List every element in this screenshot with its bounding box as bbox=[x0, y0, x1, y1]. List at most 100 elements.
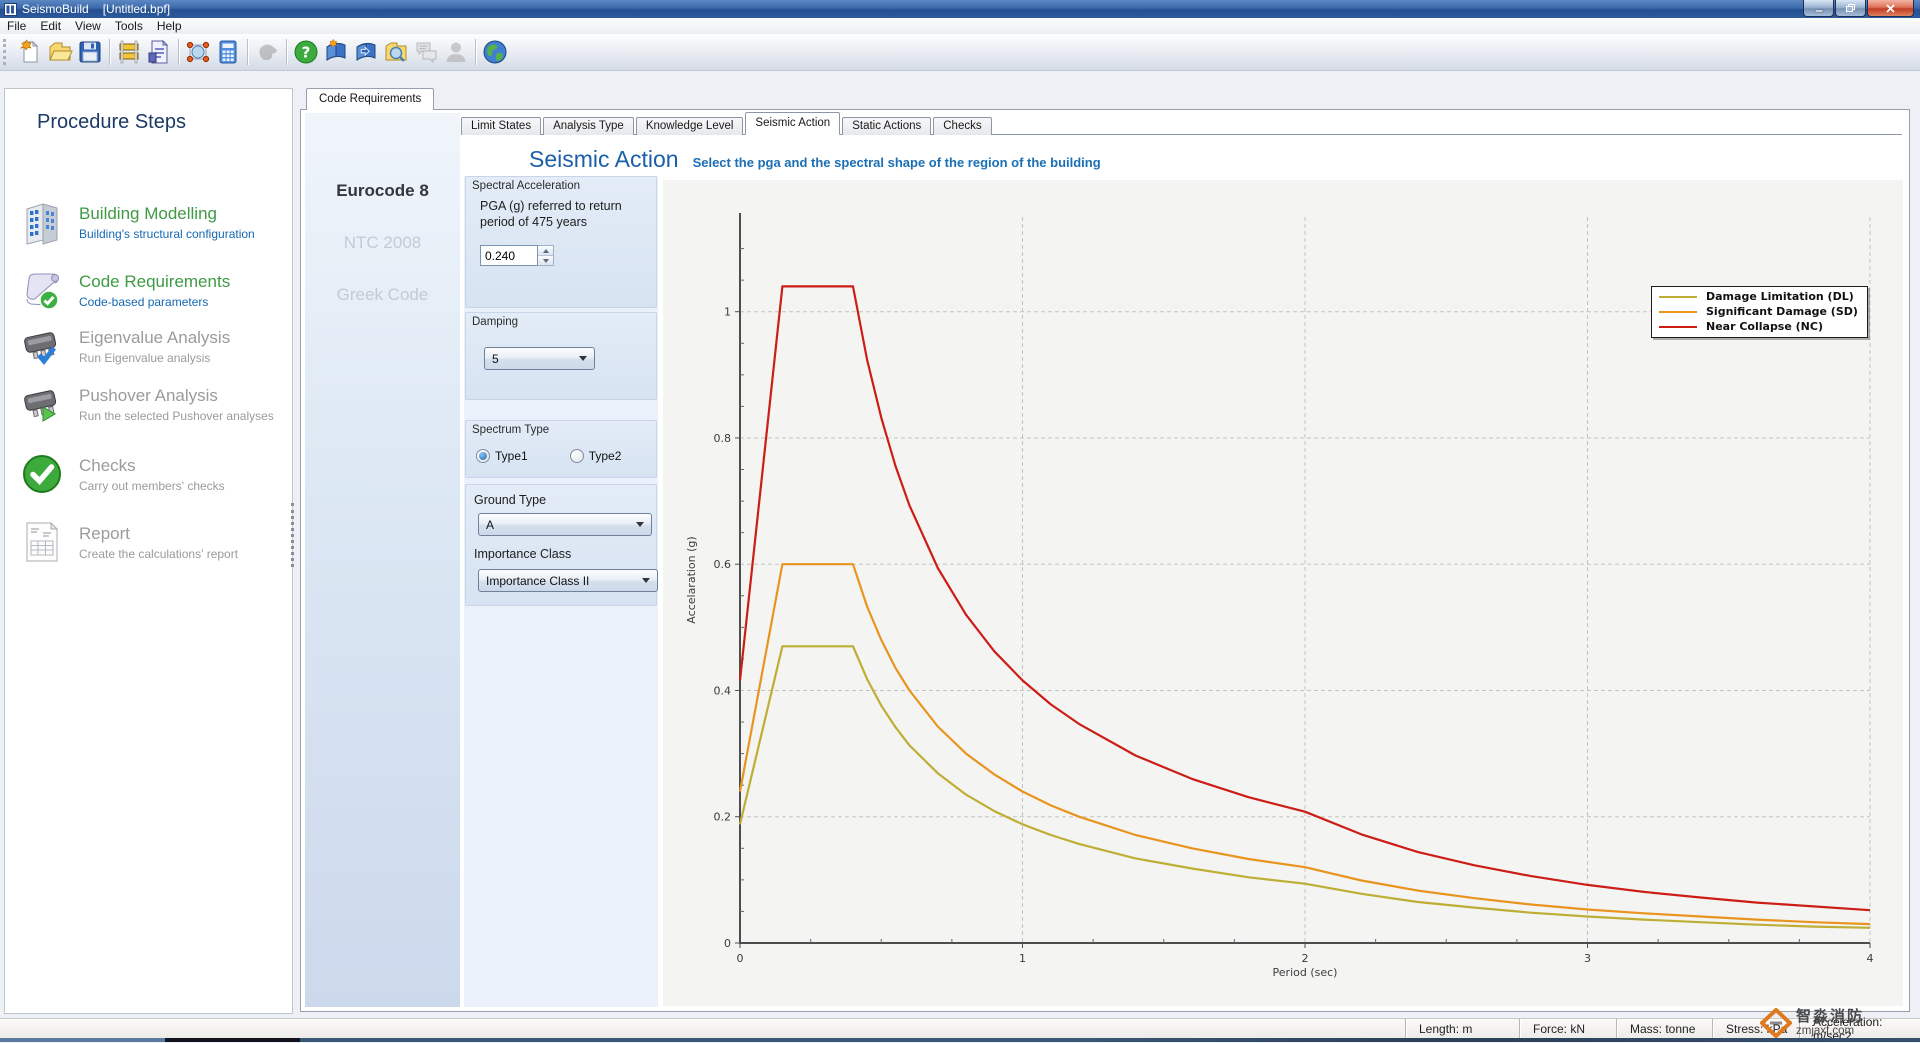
sidebar-item-pushover-analysis[interactable]: Pushover AnalysisRun the selected Pushov… bbox=[19, 381, 274, 427]
close-button[interactable] bbox=[1867, 0, 1914, 17]
watermark-line2: zmjaxf.com bbox=[1796, 1025, 1864, 1037]
tab-control: Code Requirements Eurocode 8 NTC 2008 Gr… bbox=[300, 88, 1910, 1012]
svg-text:2: 2 bbox=[1302, 952, 1309, 965]
help-icon[interactable]: ? bbox=[291, 37, 321, 67]
calculator-icon[interactable] bbox=[213, 37, 243, 67]
step-subtitle: Run the selected Pushover analyses bbox=[79, 409, 274, 423]
new-document-icon[interactable] bbox=[15, 37, 45, 67]
report-document-icon[interactable] bbox=[144, 37, 174, 67]
sidebar-item-code-requirements[interactable]: Code Requirements Code-based parameters bbox=[19, 267, 230, 313]
step-subtitle: Carry out members' checks bbox=[79, 479, 225, 493]
legend-swatch bbox=[1659, 326, 1697, 328]
frame-view-icon[interactable] bbox=[114, 37, 144, 67]
step-title: Code Requirements bbox=[79, 272, 230, 292]
svg-text:0.8: 0.8 bbox=[714, 432, 732, 445]
controls-column: Spectral Acceleration PGA (g) referred t… bbox=[464, 176, 658, 1007]
svg-text:Period (sec): Period (sec) bbox=[1273, 966, 1338, 979]
radio-icon bbox=[570, 449, 584, 463]
menu-tools[interactable]: Tools bbox=[108, 19, 150, 33]
toolbar-grip[interactable] bbox=[3, 39, 10, 65]
window-document: [Untitled.bpf] bbox=[103, 2, 170, 16]
window-title: SeismoBuild bbox=[22, 2, 89, 16]
code-option-ntc2008[interactable]: NTC 2008 bbox=[305, 233, 460, 253]
code-option-eurocode8[interactable]: Eurocode 8 bbox=[305, 181, 460, 201]
step-title: Report bbox=[79, 524, 238, 544]
folder-search-icon[interactable] bbox=[381, 37, 411, 67]
spin-up-icon[interactable] bbox=[543, 249, 549, 253]
minimize-button[interactable] bbox=[1803, 0, 1834, 17]
menu-bar: File Edit View Tools Help bbox=[0, 18, 1920, 35]
pga-input[interactable] bbox=[480, 245, 538, 266]
menu-view[interactable]: View bbox=[68, 19, 108, 33]
menu-file[interactable]: File bbox=[0, 19, 33, 33]
tab-code-requirements[interactable]: Code Requirements bbox=[306, 88, 434, 110]
legend-swatch bbox=[1659, 296, 1697, 298]
menu-help[interactable]: Help bbox=[150, 19, 189, 33]
code-requirements-page: Eurocode 8 NTC 2008 Greek Code Limit Sta… bbox=[300, 109, 1910, 1012]
save-icon[interactable] bbox=[75, 37, 105, 67]
restore-button[interactable] bbox=[1835, 0, 1866, 17]
book-star-icon[interactable] bbox=[321, 37, 351, 67]
radio-type2[interactable]: Type2 bbox=[570, 449, 622, 463]
sidebar-item-building-modelling[interactable]: Building Modelling Building's structural … bbox=[19, 199, 255, 245]
legend-entry: Near Collapse (NC) bbox=[1659, 320, 1858, 333]
svg-text:1: 1 bbox=[724, 306, 731, 319]
legend-label: Damage Limitation (DL) bbox=[1706, 290, 1854, 303]
sidebar-item-eigenvalue-analysis[interactable]: Eigenvalue AnalysisRun Eigenvalue analys… bbox=[19, 323, 230, 369]
chevron-down-icon bbox=[579, 356, 587, 361]
sidebar-heading: Procedure Steps bbox=[37, 111, 186, 134]
svg-text:Accelaration (g): Accelaration (g) bbox=[685, 536, 698, 623]
code-selector-band: Eurocode 8 NTC 2008 Greek Code bbox=[305, 113, 460, 1007]
pushover-icon bbox=[19, 381, 65, 427]
ground-type-label: Ground Type bbox=[474, 493, 546, 507]
legend-entry: Significant Damage (SD) bbox=[1659, 305, 1858, 318]
window-bottom-border bbox=[0, 1038, 1920, 1042]
tab-knowledge-level[interactable]: Knowledge Level bbox=[636, 117, 744, 135]
step-subtitle: Building's structural configuration bbox=[79, 227, 255, 241]
tab-limit-states[interactable]: Limit States bbox=[461, 117, 541, 135]
step-subtitle: Run Eigenvalue analysis bbox=[79, 351, 230, 365]
watermark-logo-icon bbox=[1760, 1008, 1792, 1038]
radio-type1[interactable]: Type1 bbox=[476, 449, 528, 463]
svg-text:3: 3 bbox=[1584, 952, 1591, 965]
radio-icon bbox=[476, 449, 490, 463]
code-option-greek[interactable]: Greek Code bbox=[305, 285, 460, 305]
step-subtitle: Create the calculations' report bbox=[79, 547, 238, 561]
importance-class-label: Importance Class bbox=[474, 547, 571, 561]
comments-icon[interactable] bbox=[411, 37, 441, 67]
group-label: Damping bbox=[472, 316, 518, 328]
watermark: 智淼消防zmjaxf.com bbox=[1760, 1008, 1864, 1038]
step-title: Building Modelling bbox=[79, 204, 255, 224]
svg-text:0: 0 bbox=[737, 952, 744, 965]
legend-swatch bbox=[1659, 311, 1697, 313]
tab-checks[interactable]: Checks bbox=[933, 117, 991, 135]
chevron-down-icon bbox=[642, 578, 650, 583]
open-folder-icon[interactable] bbox=[45, 37, 75, 67]
scroll-check-icon bbox=[19, 267, 65, 313]
chevron-down-icon bbox=[636, 522, 644, 527]
building-icon bbox=[19, 199, 65, 245]
tab-static-actions[interactable]: Static Actions bbox=[842, 117, 931, 135]
tab-analysis-type[interactable]: Analysis Type bbox=[543, 117, 634, 135]
legend-entry: Damage Limitation (DL) bbox=[1659, 290, 1858, 303]
importance-class-select[interactable]: Importance Class II bbox=[478, 569, 658, 592]
pga-stepper[interactable] bbox=[538, 245, 554, 266]
menu-edit[interactable]: Edit bbox=[33, 19, 68, 33]
sidebar-item-checks[interactable]: ChecksCarry out members' checks bbox=[19, 451, 225, 497]
status-force: Force: kN bbox=[1519, 1019, 1616, 1039]
book-arrow-icon[interactable] bbox=[351, 37, 381, 67]
status-bar: Length: m Force: kN Mass: tonne Stress: … bbox=[0, 1018, 1920, 1039]
damping-select[interactable]: 5 bbox=[484, 347, 595, 370]
run-icon[interactable] bbox=[252, 37, 282, 67]
svg-text:1: 1 bbox=[1019, 952, 1026, 965]
sidebar-item-report[interactable]: Report Create the calculations' report bbox=[19, 519, 238, 565]
status-length: Length: m bbox=[1405, 1019, 1519, 1039]
spin-down-icon[interactable] bbox=[543, 259, 549, 263]
model-viewer-icon[interactable] bbox=[183, 37, 213, 67]
step-subtitle: Code-based parameters bbox=[79, 295, 230, 309]
user-icon[interactable] bbox=[441, 37, 471, 67]
tab-seismic-action[interactable]: Seismic Action bbox=[745, 112, 840, 135]
ground-type-select[interactable]: A bbox=[478, 513, 652, 536]
legend-label: Near Collapse (NC) bbox=[1706, 320, 1823, 333]
globe-icon[interactable] bbox=[480, 37, 510, 67]
